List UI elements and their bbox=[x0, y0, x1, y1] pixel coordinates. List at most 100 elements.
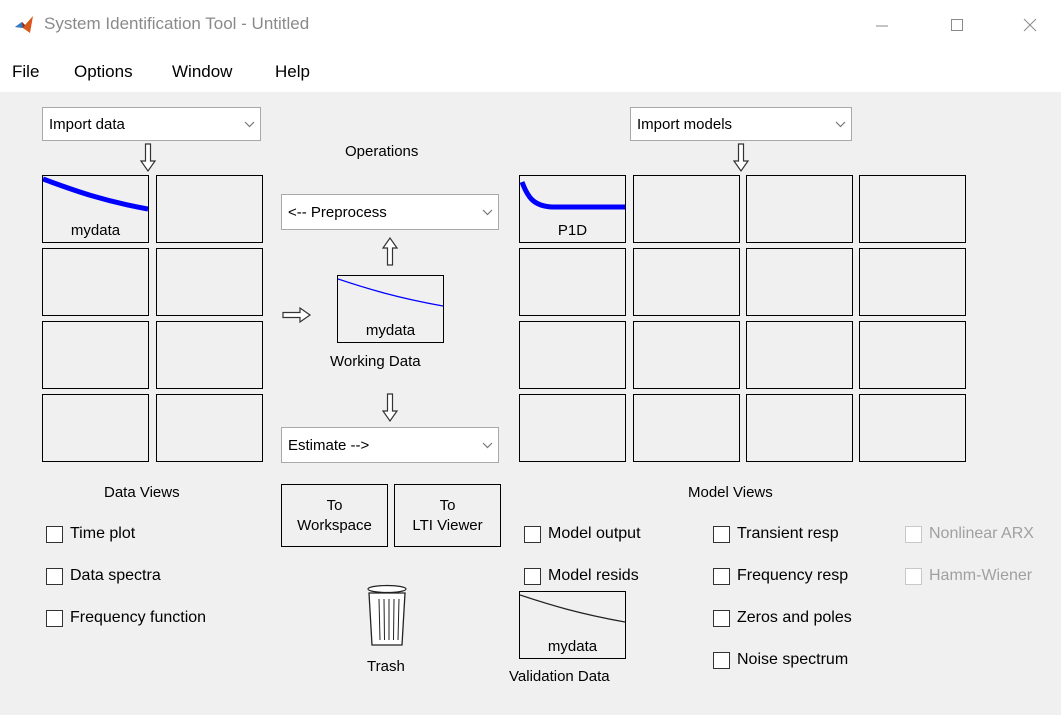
working-data-curve bbox=[338, 278, 443, 307]
model-board-slot[interactable] bbox=[746, 175, 853, 243]
maximize-button[interactable] bbox=[935, 8, 979, 42]
model-board-slot[interactable] bbox=[859, 248, 966, 316]
checkbox-box[interactable] bbox=[46, 567, 63, 585]
menu-options[interactable]: Options bbox=[74, 62, 133, 82]
model-board-slot-p1d[interactable]: P1D bbox=[519, 175, 626, 243]
checkbox-data-spectra[interactable]: Data spectra bbox=[46, 567, 161, 585]
checkbox-box bbox=[905, 567, 922, 585]
checkbox-box[interactable] bbox=[46, 609, 63, 627]
model-board-slot[interactable] bbox=[519, 394, 626, 462]
minimize-button[interactable] bbox=[860, 8, 904, 42]
data-board-slot[interactable] bbox=[156, 175, 263, 243]
window-title: System Identification Tool - Untitled bbox=[44, 14, 310, 33]
model-board-slot[interactable] bbox=[633, 321, 740, 389]
arrow-down-icon bbox=[140, 143, 156, 173]
arrow-right-icon bbox=[282, 307, 312, 323]
operations-title: Operations bbox=[345, 143, 419, 160]
checkbox-label: Nonlinear ARX bbox=[929, 525, 1034, 542]
model-views-caption: Model Views bbox=[688, 484, 773, 501]
checkbox-box[interactable] bbox=[524, 525, 541, 543]
data-board-slot[interactable] bbox=[156, 321, 263, 389]
model-item-label: P1D bbox=[557, 222, 588, 239]
arrow-down-icon bbox=[733, 143, 749, 173]
matlab-icon bbox=[14, 15, 34, 35]
model-board-slot[interactable] bbox=[633, 248, 740, 316]
data-board-slot[interactable] bbox=[42, 248, 149, 316]
model-board-slot[interactable] bbox=[519, 321, 626, 389]
import-data-dropdown[interactable]: Import data bbox=[42, 107, 261, 141]
model-board-slot[interactable] bbox=[746, 394, 853, 462]
checkbox-box[interactable] bbox=[46, 525, 63, 543]
model-thumbnail-curve bbox=[520, 181, 625, 210]
model-board-slot[interactable] bbox=[859, 394, 966, 462]
preprocess-value: <-- Preprocess bbox=[288, 203, 387, 221]
checkbox-box[interactable] bbox=[713, 609, 730, 627]
checkbox-label: Model resids bbox=[548, 567, 639, 584]
model-board-slot[interactable] bbox=[859, 175, 966, 243]
working-data-label: mydata bbox=[365, 322, 416, 339]
import-models-value: Import models bbox=[637, 115, 733, 133]
checkbox-label: Zeros and poles bbox=[737, 609, 852, 626]
checkbox-noise-spectrum[interactable]: Noise spectrum bbox=[713, 651, 848, 669]
menu-window[interactable]: Window bbox=[172, 62, 232, 82]
minimize-icon bbox=[876, 25, 888, 27]
checkbox-model-output[interactable]: Model output bbox=[524, 525, 641, 543]
arrow-up-icon bbox=[382, 236, 398, 266]
checkbox-box[interactable] bbox=[713, 525, 730, 543]
model-board-slot[interactable] bbox=[746, 321, 853, 389]
checkbox-nonlinear-arx: Nonlinear ARX bbox=[905, 525, 1034, 543]
data-board-slot-mydata[interactable]: mydata bbox=[42, 175, 149, 243]
checkbox-box[interactable] bbox=[713, 567, 730, 585]
validation-data-curve bbox=[520, 594, 625, 623]
working-data-caption: Working Data bbox=[330, 353, 421, 370]
data-item-label: mydata bbox=[70, 222, 121, 239]
checkbox-label: Transient resp bbox=[737, 525, 839, 542]
import-models-dropdown[interactable]: Import models bbox=[630, 107, 852, 141]
checkbox-box[interactable] bbox=[524, 567, 541, 585]
data-board-slot[interactable] bbox=[42, 394, 149, 462]
button-line: Workspace bbox=[297, 516, 372, 534]
button-line: LTI Viewer bbox=[412, 516, 483, 534]
maximize-icon bbox=[951, 19, 963, 31]
data-board-slot[interactable] bbox=[156, 248, 263, 316]
checkbox-box bbox=[905, 525, 922, 543]
validation-data-slot[interactable]: mydata bbox=[519, 591, 626, 659]
working-data-slot[interactable]: mydata bbox=[337, 275, 444, 343]
model-board-slot[interactable] bbox=[519, 248, 626, 316]
checkbox-box[interactable] bbox=[713, 651, 730, 669]
checkbox-label: Model output bbox=[548, 525, 641, 542]
model-board-slot[interactable] bbox=[746, 248, 853, 316]
checkbox-label: Frequency resp bbox=[737, 567, 849, 584]
checkbox-transient-resp[interactable]: Transient resp bbox=[713, 525, 839, 543]
estimate-dropdown[interactable]: Estimate --> bbox=[281, 427, 499, 463]
trash-icon[interactable] bbox=[365, 583, 409, 649]
button-line: To bbox=[439, 497, 456, 514]
preprocess-dropdown[interactable]: <-- Preprocess bbox=[281, 194, 499, 230]
to-workspace-button[interactable]: To Workspace bbox=[281, 484, 388, 547]
menu-help[interactable]: Help bbox=[275, 62, 310, 82]
validation-data-label: mydata bbox=[547, 638, 598, 655]
checkbox-frequency-resp[interactable]: Frequency resp bbox=[713, 567, 848, 585]
checkbox-label: Time plot bbox=[70, 525, 136, 542]
chevron-down-icon bbox=[476, 195, 498, 229]
checkbox-label: Noise spectrum bbox=[737, 651, 849, 668]
chevron-down-icon bbox=[829, 108, 851, 140]
menu-file[interactable]: File bbox=[12, 62, 39, 82]
checkbox-label: Hamm-Wiener bbox=[929, 567, 1033, 584]
checkbox-frequency-function[interactable]: Frequency function bbox=[46, 609, 206, 627]
checkbox-hamm-wiener: Hamm-Wiener bbox=[905, 567, 1032, 585]
model-board-slot[interactable] bbox=[859, 321, 966, 389]
data-board-slot[interactable] bbox=[42, 321, 149, 389]
arrow-down-icon bbox=[382, 393, 398, 423]
close-button[interactable] bbox=[1008, 8, 1052, 42]
checkbox-model-resids[interactable]: Model resids bbox=[524, 567, 639, 585]
menu-bar bbox=[0, 52, 1061, 92]
model-board-slot[interactable] bbox=[633, 394, 740, 462]
to-lti-viewer-button[interactable]: To LTI Viewer bbox=[394, 484, 501, 547]
checkbox-zeros-and-poles[interactable]: Zeros and poles bbox=[713, 609, 852, 627]
data-board-slot[interactable] bbox=[156, 394, 263, 462]
close-icon bbox=[1023, 18, 1037, 32]
data-thumbnail-curve bbox=[43, 176, 148, 212]
checkbox-time-plot[interactable]: Time plot bbox=[46, 525, 135, 543]
model-board-slot[interactable] bbox=[633, 175, 740, 243]
